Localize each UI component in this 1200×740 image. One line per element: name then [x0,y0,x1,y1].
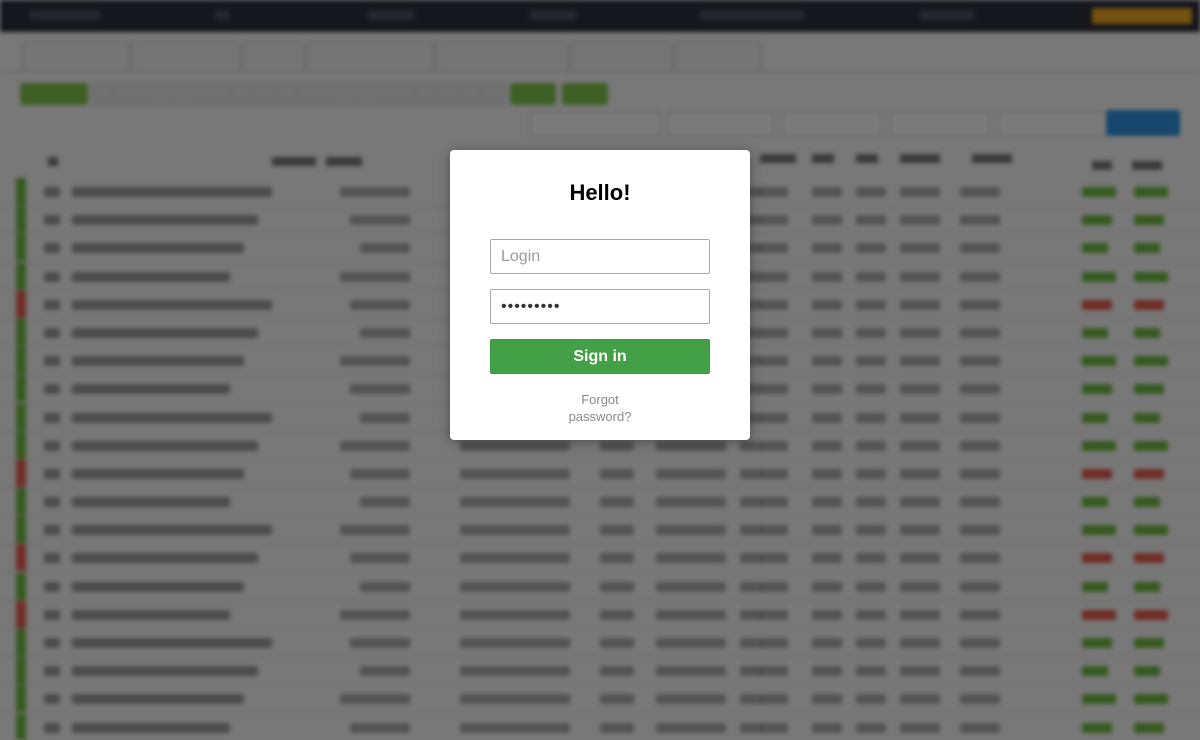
password-input[interactable] [490,289,710,324]
login-input[interactable] [490,239,710,274]
forgot-line-2: password? [568,409,632,424]
sign-in-button[interactable]: Sign in [490,339,710,374]
forgot-line-1: Forgot [581,392,619,407]
forgot-password-link[interactable]: Forgot password? [450,391,750,425]
modal-title: Hello! [569,180,631,205]
login-modal: Hello! Sign in Forgot password? [450,150,750,440]
